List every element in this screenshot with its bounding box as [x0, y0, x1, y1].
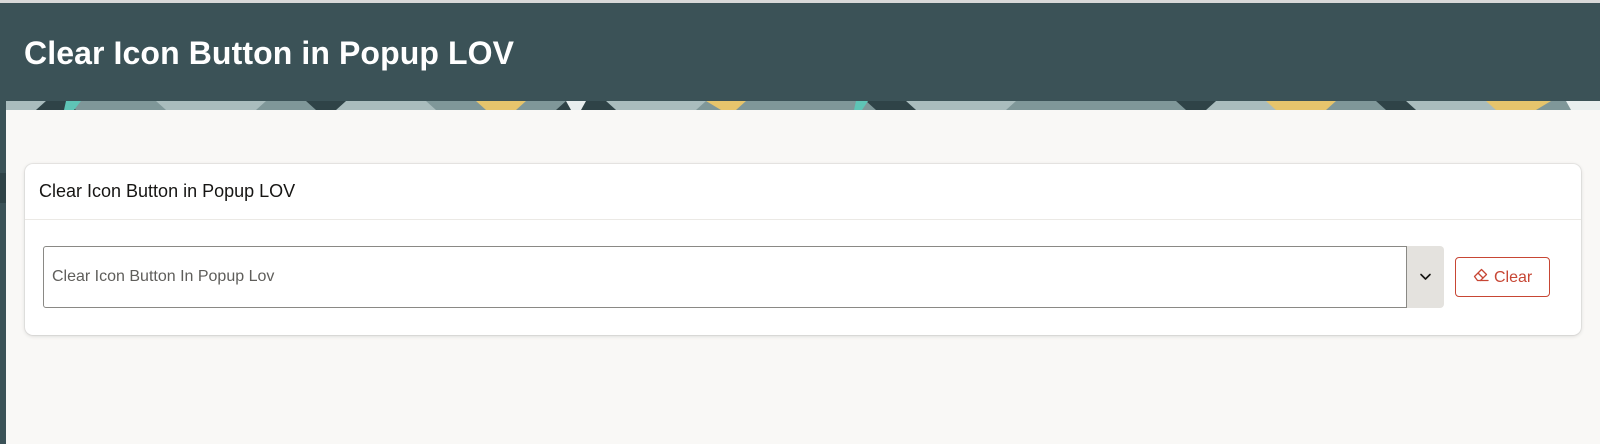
rail-indicator: [0, 173, 6, 203]
clear-button[interactable]: Clear: [1455, 257, 1550, 297]
page-header: Clear Icon Button in Popup LOV: [6, 3, 1600, 101]
popup-lov-open-button[interactable]: [1407, 246, 1444, 308]
popup-lov-input[interactable]: [43, 246, 1407, 308]
banner-pattern-graphic: [6, 101, 1600, 110]
clear-button-label: Clear: [1494, 269, 1533, 286]
region-header: Clear Icon Button in Popup LOV: [25, 164, 1581, 220]
popup-lov-field: [43, 246, 1444, 308]
eraser-icon: [1473, 268, 1489, 282]
header-banner-pattern: [6, 101, 1600, 110]
page-title: Clear Icon Button in Popup LOV: [24, 35, 515, 71]
chevron-down-icon: [1420, 273, 1431, 280]
region-title: Clear Icon Button in Popup LOV: [39, 181, 296, 201]
popup-lov-region: Clear Icon Button in Popup LOV Clear: [25, 164, 1581, 335]
